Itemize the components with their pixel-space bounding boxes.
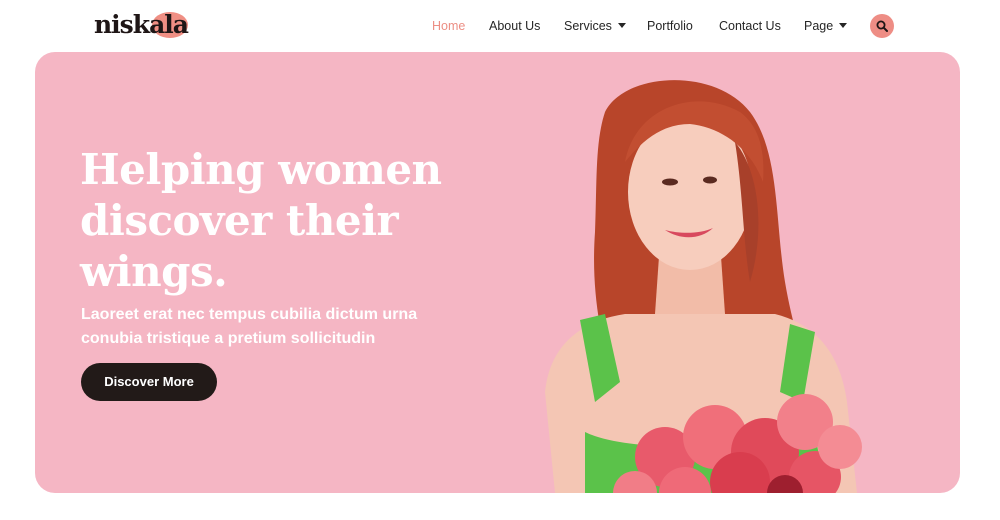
nav-home[interactable]: Home	[432, 17, 465, 35]
chevron-down-icon	[839, 23, 848, 29]
nav-page-label: Page	[804, 19, 834, 33]
nav-contact-us[interactable]: Contact Us	[719, 17, 781, 35]
search-icon	[876, 20, 888, 32]
hero-banner: Helping women discover their wings. Laor…	[35, 52, 960, 493]
hero-photo-woman-with-tulips	[545, 80, 862, 493]
hero-subtitle-line: Laoreet erat nec tempus cubilia dictum u…	[81, 306, 418, 323]
site-header: niskala Home About Us Services Portfolio…	[0, 0, 1000, 52]
chevron-down-icon	[617, 23, 626, 29]
hero-subtitle: Laoreet erat nec tempus cubilia dictum u…	[81, 303, 501, 351]
nav-services-label: Services	[564, 19, 612, 33]
search-button[interactable]	[870, 14, 894, 38]
nav-portfolio[interactable]: Portfolio	[647, 17, 693, 35]
discover-more-button[interactable]: Discover More	[81, 363, 217, 401]
hero-title-line: wings.	[80, 247, 228, 296]
nav-about-us[interactable]: About Us	[489, 17, 540, 35]
hero-title-line: discover their	[80, 196, 399, 245]
nav-services[interactable]: Services	[564, 17, 626, 35]
hero-subtitle-line: conubia tristique a pretium sollicitudin	[81, 330, 376, 347]
hero-title: Helping women discover their wings.	[80, 144, 520, 297]
hero-title-line: Helping women	[80, 145, 442, 194]
main-nav: Home About Us Services Portfolio Contact…	[0, 17, 1000, 37]
nav-page[interactable]: Page	[804, 17, 848, 35]
